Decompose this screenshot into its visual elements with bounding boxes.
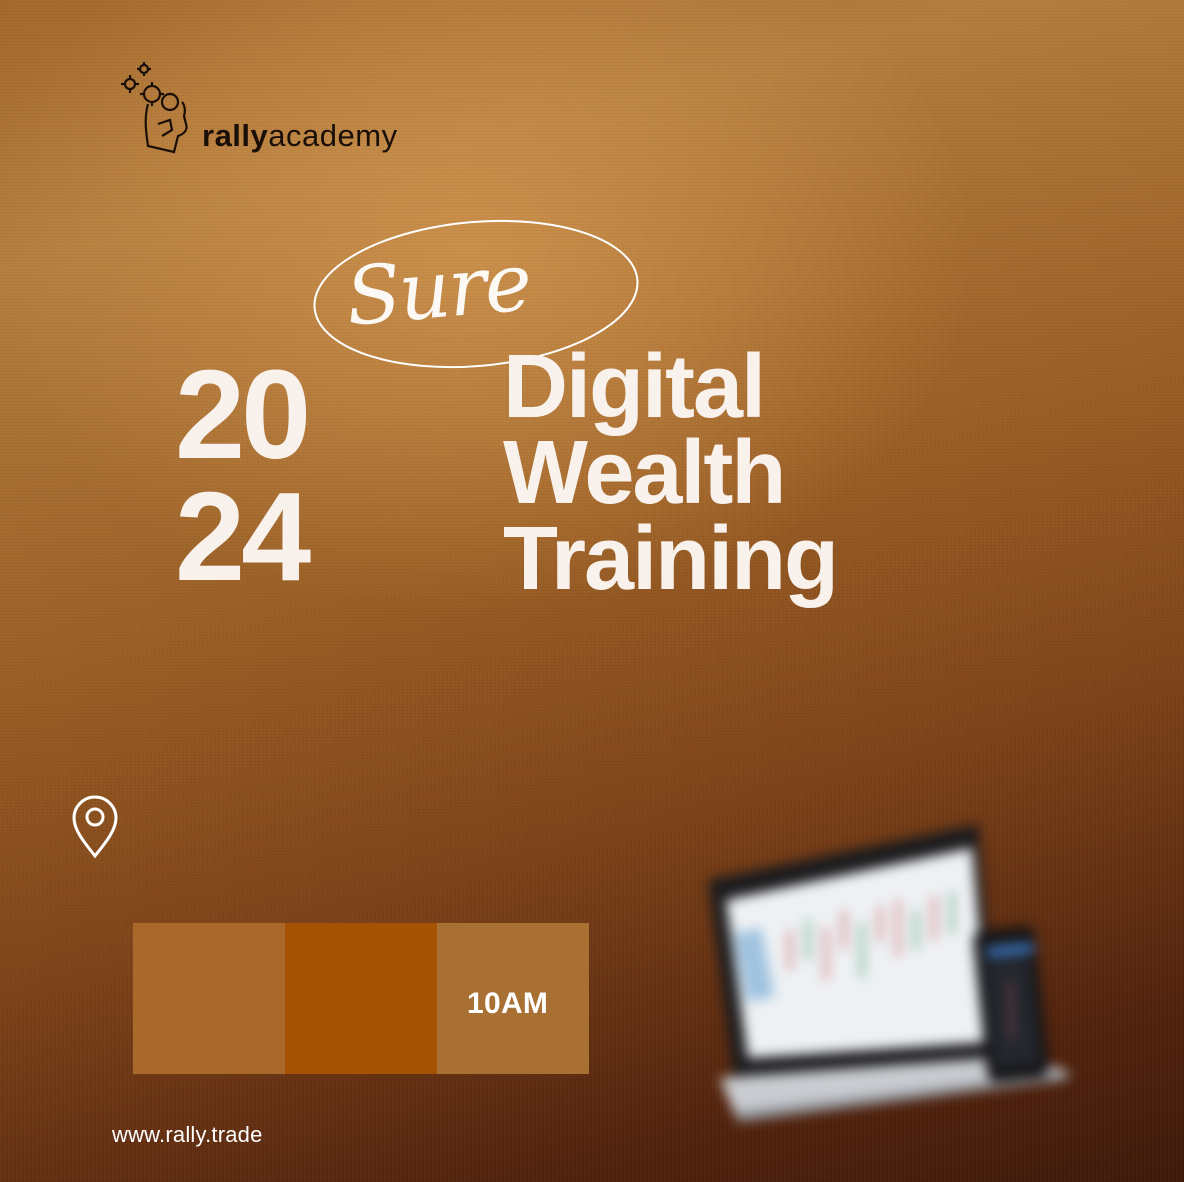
title-line-3: Training [503, 509, 839, 609]
date-box [133, 923, 285, 1074]
laptop-trading-chart-image [708, 824, 1070, 1122]
gears-head-logo-icon [121, 62, 188, 154]
brand-name-regular: academy [268, 118, 398, 153]
title-line-2: Wealth [503, 423, 786, 523]
year-top: 20 [175, 344, 311, 485]
year-bottom: 24 [175, 466, 311, 607]
script-word: Sure [342, 235, 534, 344]
title-line-1: Digital [503, 337, 766, 437]
brand-wordmark: rallyacademy [202, 118, 398, 154]
month-box [285, 923, 437, 1074]
poster: rallyacademy Sure 20 24 Digital Wealth T… [0, 0, 1184, 1182]
brand-logo[interactable]: rallyacademy [118, 60, 448, 160]
website-link[interactable]: www.rally.trade [112, 1122, 263, 1148]
location-pin-icon [72, 795, 118, 859]
brand-name-bold: rally [202, 118, 269, 153]
event-time: 10AM [467, 987, 549, 1020]
